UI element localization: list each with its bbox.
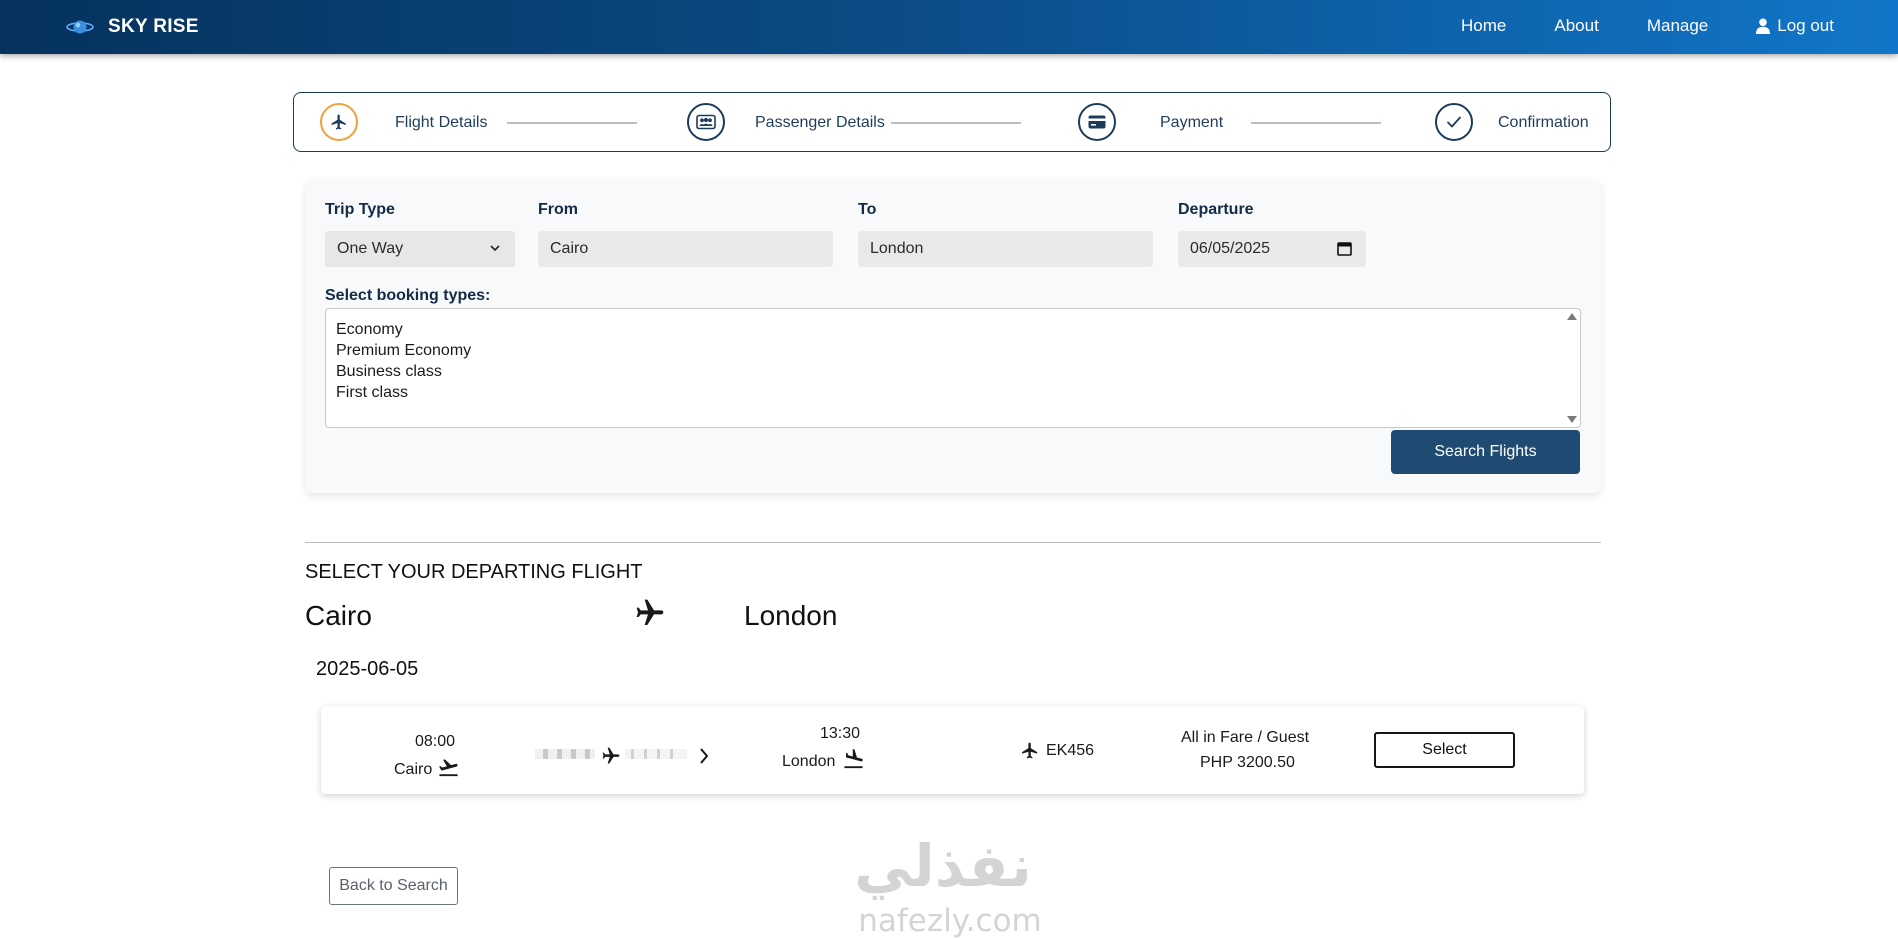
credit-card-icon	[1088, 115, 1106, 129]
depart-time: 08:00	[415, 733, 456, 750]
trip-type-value: One Way	[337, 240, 404, 257]
nav-manage-link[interactable]: Manage	[1647, 16, 1708, 36]
nav-about-link[interactable]: About	[1554, 16, 1598, 36]
step-flight-details-label: Flight Details	[395, 114, 488, 131]
booking-type-option[interactable]: First class	[336, 384, 408, 402]
chevron-right-icon	[700, 748, 709, 764]
svg-text:نفذلي: نفذلي	[854, 832, 1031, 900]
select-flight-button[interactable]: Select	[1374, 732, 1515, 768]
route-origin: Cairo	[305, 600, 372, 631]
flight-path-right	[625, 749, 687, 759]
trip-type-select[interactable]: One Way	[325, 231, 515, 267]
step-confirmation-circle[interactable]	[1435, 103, 1473, 141]
from-value: Cairo	[550, 240, 589, 257]
nav-links: Home About Manage Log out	[1413, 0, 1834, 51]
step-connector	[507, 122, 637, 124]
depart-city: Cairo	[394, 761, 433, 778]
fare-label: All in Fare / Guest	[1181, 729, 1310, 746]
fare-price: PHP 3200.50	[1200, 754, 1295, 771]
to-input[interactable]: London	[858, 231, 1153, 267]
chevron-down-icon	[490, 245, 500, 252]
booking-types-listbox[interactable]: Economy Premium Economy Business class F…	[325, 308, 1581, 428]
results-date: 2025-06-05	[316, 658, 419, 680]
scroll-down-arrow[interactable]	[1567, 416, 1577, 423]
top-navbar: SKY RISE Home About Manage Log out	[0, 0, 1898, 54]
booking-types-label: Select booking types:	[325, 287, 491, 304]
booking-type-option[interactable]: Business class	[336, 363, 442, 381]
plane-icon	[602, 747, 620, 764]
nav-home-link[interactable]: Home	[1461, 16, 1506, 36]
step-passenger-details-label: Passenger Details	[755, 114, 885, 131]
step-payment-circle[interactable]	[1078, 103, 1116, 141]
departure-value: 06/05/2025	[1190, 240, 1271, 257]
check-icon	[1447, 116, 1461, 128]
booking-stepper: Flight Details Passenger Details Payment…	[293, 92, 1611, 152]
brand[interactable]: SKY RISE	[66, 14, 199, 40]
landing-icon	[844, 749, 863, 769]
departure-label: Departure	[1178, 201, 1254, 218]
svg-text:nafezly.com: nafezly.com	[858, 903, 1042, 938]
back-to-search-button[interactable]: Back to Search	[329, 867, 458, 905]
departure-date-input[interactable]: 06/05/2025	[1178, 231, 1366, 267]
nav-logout-link[interactable]: Log out	[1756, 16, 1834, 36]
flight-path-left	[535, 749, 595, 759]
booking-type-option[interactable]: Economy	[336, 321, 403, 339]
plane-icon	[331, 114, 346, 130]
logout-label: Log out	[1777, 15, 1834, 35]
trip-type-label: Trip Type	[325, 201, 395, 218]
from-label: From	[538, 201, 578, 218]
search-flights-button[interactable]: Search Flights	[1391, 430, 1580, 474]
brand-name: SKY RISE	[108, 16, 199, 37]
calendar-icon[interactable]	[1337, 241, 1352, 256]
step-passenger-details-circle[interactable]	[687, 103, 725, 141]
nafezly-watermark-logo: نفذلي nafezly.com	[854, 832, 1042, 938]
to-label: To	[858, 201, 877, 218]
takeoff-icon	[439, 759, 458, 777]
users-icon	[696, 114, 716, 130]
arrive-time: 13:30	[820, 725, 861, 742]
step-connector	[1251, 122, 1381, 124]
step-confirmation-label: Confirmation	[1498, 114, 1589, 131]
step-flight-details-circle[interactable]	[320, 103, 358, 141]
to-value: London	[870, 240, 924, 257]
plane-icon	[636, 599, 664, 625]
booking-type-option[interactable]: Premium Economy	[336, 342, 471, 360]
results-heading: SELECT YOUR DEPARTING FLIGHT	[305, 561, 643, 583]
flight-number: EK456	[1046, 742, 1095, 759]
arrive-city: London	[782, 753, 836, 770]
route-destination: London	[744, 600, 838, 631]
scroll-up-arrow[interactable]	[1567, 313, 1577, 320]
from-input[interactable]: Cairo	[538, 231, 833, 267]
planet-logo-icon	[66, 20, 94, 34]
step-payment-label: Payment	[1160, 114, 1224, 131]
plane-icon	[1022, 742, 1038, 759]
step-connector	[891, 122, 1021, 124]
section-divider	[305, 542, 1601, 543]
user-icon	[1756, 18, 1771, 34]
